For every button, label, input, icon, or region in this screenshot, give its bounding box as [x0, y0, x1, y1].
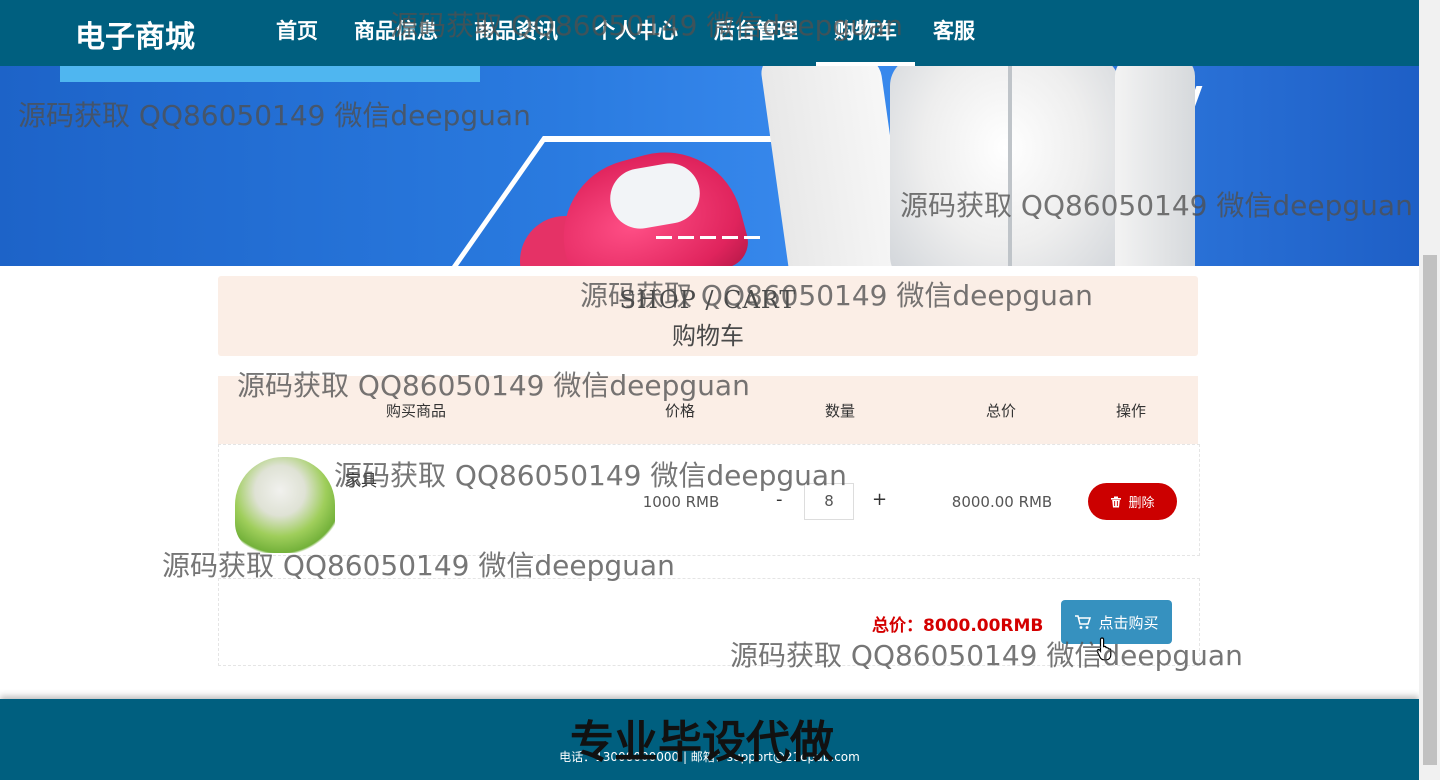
- item-total-price: 8000.00 RMB: [951, 493, 1053, 511]
- nav-item-admin[interactable]: 后台管理: [696, 0, 816, 66]
- footer-contact: 电话：13008000000 | 邮箱：support@21epub.com: [559, 750, 860, 764]
- product-name[interactable]: 家具: [345, 467, 377, 491]
- grand-total: 总价：8000.00RMB: [872, 616, 1044, 636]
- column-header-product: 购买商品: [385, 402, 447, 420]
- banner-jacket-zipper: [1008, 66, 1012, 266]
- banner-jacket-image: [890, 66, 1120, 266]
- hand-cursor-icon: [1096, 637, 1112, 661]
- nav-item-profile[interactable]: 个人中心: [576, 0, 696, 66]
- nav-item-products[interactable]: 商品信息: [336, 0, 456, 66]
- nav-item-service[interactable]: 客服: [915, 0, 993, 66]
- cart-title-cn: 购物车: [672, 322, 744, 350]
- page-footer: 电话：13008000000 | 邮箱：support@21epub.com: [0, 699, 1419, 780]
- page-scrollbar[interactable]: [1419, 0, 1440, 780]
- column-header-total: 总价: [985, 402, 1017, 420]
- quantity-input[interactable]: 8: [804, 483, 854, 520]
- trash-icon: [1111, 496, 1122, 507]
- carousel-dot[interactable]: [744, 236, 760, 239]
- checkout-button-label: 点击购买: [1098, 613, 1159, 632]
- carousel-dot[interactable]: [700, 236, 716, 239]
- site-brand[interactable]: 电子商城: [75, 12, 195, 56]
- nav-menu: 首页 商品信息 商品资讯 个人中心 后台管理 购物车 客服: [258, 0, 993, 66]
- cart-item-row: 家具 1000 RMB - 8 + 8000.00 RMB 删除: [218, 444, 1200, 556]
- carousel-dot[interactable]: [656, 236, 672, 239]
- quantity-increase-button[interactable]: +: [872, 489, 887, 510]
- nav-item-news[interactable]: 商品资讯: [456, 0, 576, 66]
- column-header-price: 价格: [664, 402, 696, 420]
- banner-carousel[interactable]: [0, 66, 1419, 266]
- page: 电子商城 首页 商品信息 商品资讯 个人中心 后台管理 购物车 客服 SHOP …: [0, 0, 1440, 780]
- product-price: 1000 RMB: [642, 493, 720, 511]
- quantity-decrease-button[interactable]: -: [776, 489, 783, 510]
- cart-table-header: 购买商品 价格 数量 总价 操作: [218, 376, 1198, 444]
- banner-decor-stripe: [60, 66, 480, 82]
- checkout-button[interactable]: 点击购买: [1061, 600, 1172, 644]
- carousel-indicators: [656, 236, 760, 239]
- product-image[interactable]: [235, 457, 335, 553]
- nav-item-cart[interactable]: 购物车: [816, 0, 915, 66]
- delete-button-label: 删除: [1128, 496, 1155, 511]
- cart-summary: 总价：8000.00RMB 点击购买: [218, 578, 1200, 666]
- column-header-action: 操作: [1115, 402, 1147, 420]
- column-header-quantity: 数量: [824, 402, 856, 420]
- carousel-dot[interactable]: [678, 236, 694, 239]
- top-navbar: 电子商城 首页 商品信息 商品资讯 个人中心 后台管理 购物车 客服: [0, 0, 1419, 66]
- scrollbar-thumb[interactable]: [1423, 255, 1437, 765]
- cart-title-block: SHOP / CART 购物车: [218, 276, 1198, 356]
- cart-title-en: SHOP / CART: [619, 286, 797, 314]
- delete-button[interactable]: 删除: [1088, 483, 1177, 520]
- carousel-dot[interactable]: [722, 236, 738, 239]
- nav-item-home[interactable]: 首页: [258, 0, 336, 66]
- cart-icon: [1075, 615, 1092, 629]
- banner-jacket-sleeve-right: [1115, 66, 1195, 266]
